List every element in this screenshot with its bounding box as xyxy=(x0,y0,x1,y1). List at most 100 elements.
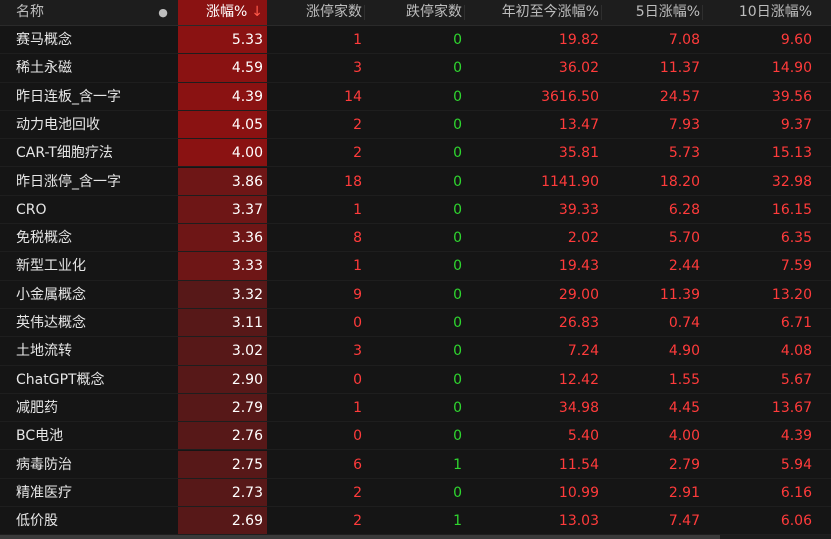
column-header-5day-change[interactable]: 5日涨幅% xyxy=(601,0,702,25)
cell-change-pct: 4.39 xyxy=(231,88,263,105)
cell-limit-down-count: 0 xyxy=(453,201,462,218)
cell-ytd-change: 10.99 xyxy=(558,484,599,501)
table-row[interactable]: 稀土永磁 4.59 3 0 36.02 11.37 14.90 xyxy=(0,54,831,83)
table-row[interactable]: 昨日连板_含一字 4.39 14 0 3616.50 24.57 39.56 xyxy=(0,82,831,111)
table-row[interactable]: 土地流转 3.02 3 0 7.24 4.90 4.08 xyxy=(0,337,831,366)
cell-ytd-change: 19.82 xyxy=(558,32,599,48)
cell-5day-change: 5.70 xyxy=(668,230,700,247)
cell-5day-change: 11.39 xyxy=(659,286,700,303)
cell-ytd-change: 19.43 xyxy=(558,258,599,275)
cell-10day-change: 5.67 xyxy=(780,371,812,388)
column-divider xyxy=(601,5,602,20)
cell-10day-change: 13.20 xyxy=(771,286,812,303)
cell-change-pct: 3.02 xyxy=(231,343,263,360)
cell-change-pct: 2.76 xyxy=(231,428,263,445)
table-row[interactable]: 动力电池回收 4.05 2 0 13.47 7.93 9.37 xyxy=(0,110,831,140)
cell-change-pct: 3.37 xyxy=(231,201,263,218)
column-header-limit-down-count[interactable]: 跌停家数 xyxy=(364,0,464,25)
horizontal-scrollbar-thumb[interactable] xyxy=(0,535,720,539)
sort-descending-arrow-icon: ↓ xyxy=(251,4,263,20)
column-header-change-pct[interactable]: 涨幅% ↓ xyxy=(178,0,267,25)
table-row[interactable]: CRO 3.37 1 0 39.33 6.28 16.15 xyxy=(0,195,831,225)
table-row[interactable]: 新型工业化 3.33 1 0 19.43 2.44 7.59 xyxy=(0,252,831,281)
table-header: 名称 ● 涨幅% ↓ 涨停家数 跌停家数 年初至今涨幅% 5日涨幅% 10日涨幅% xyxy=(0,0,831,26)
table-row[interactable]: 小金属概念 3.32 9 0 29.00 11.39 13.20 xyxy=(0,280,831,309)
table-row[interactable]: 精准医疗 2.73 2 0 10.99 2.91 6.16 xyxy=(0,478,831,508)
cell-10day-change: 6.35 xyxy=(780,230,812,247)
cell-ytd-change: 34.98 xyxy=(558,399,599,416)
table-row[interactable]: BC电池 2.76 0 0 5.40 4.00 4.39 xyxy=(0,422,831,451)
cell-5day-change: 7.47 xyxy=(668,513,700,530)
cell-ytd-change: 1141.90 xyxy=(541,173,599,190)
column-divider xyxy=(702,5,703,20)
cell-change-pct: 3.11 xyxy=(231,315,263,331)
cell-ytd-change: 35.81 xyxy=(558,145,599,162)
cell-10day-change: 4.08 xyxy=(780,343,812,360)
column-divider xyxy=(364,5,365,20)
cell-ytd-change: 11.54 xyxy=(558,456,599,473)
cell-limit-down-count: 0 xyxy=(453,258,462,275)
cell-10day-change: 15.13 xyxy=(771,145,812,162)
column-settings-dot-icon[interactable]: ● xyxy=(150,0,176,25)
cell-10day-change: 5.94 xyxy=(780,456,812,473)
cell-ytd-change: 29.00 xyxy=(558,286,599,303)
table-row[interactable]: ChatGPT概念 2.90 0 0 12.42 1.55 5.67 xyxy=(0,365,831,394)
cell-limit-down-count: 0 xyxy=(453,32,462,48)
cell-ytd-change: 26.83 xyxy=(558,315,599,331)
cell-limit-up-count: 0 xyxy=(353,428,362,445)
cell-name: 低价股 xyxy=(16,513,58,530)
table-row[interactable]: 免税概念 3.36 8 0 2.02 5.70 6.35 xyxy=(0,224,831,253)
cell-limit-down-count: 0 xyxy=(453,428,462,445)
cell-limit-down-count: 0 xyxy=(453,116,462,133)
cell-5day-change: 4.90 xyxy=(668,343,700,360)
column-header-ytd-change[interactable]: 年初至今涨幅% xyxy=(464,0,601,25)
cell-name: 免税概念 xyxy=(16,230,72,247)
column-header-limit-up-count[interactable]: 涨停家数 xyxy=(268,0,364,25)
cell-limit-up-count: 3 xyxy=(353,60,362,77)
cell-limit-up-count: 0 xyxy=(353,315,362,331)
cell-name: 英伟达概念 xyxy=(16,315,86,331)
cell-limit-down-count: 0 xyxy=(453,371,462,388)
cell-5day-change: 5.73 xyxy=(668,145,700,162)
cell-name: 昨日涨停_含一字 xyxy=(16,173,121,190)
cell-ytd-change: 2.02 xyxy=(567,230,599,247)
cell-change-pct: 3.86 xyxy=(231,173,263,190)
cell-change-pct: 3.33 xyxy=(231,258,263,275)
cell-name: 动力电池回收 xyxy=(16,116,100,133)
cell-name: 病毒防治 xyxy=(16,456,72,473)
cell-limit-down-count: 0 xyxy=(453,399,462,416)
cell-change-pct: 2.90 xyxy=(231,371,263,388)
column-header-10day-change[interactable]: 10日涨幅% xyxy=(702,0,812,25)
table-row[interactable]: 减肥药 2.79 1 0 34.98 4.45 13.67 xyxy=(0,393,831,423)
cell-change-pct: 2.73 xyxy=(231,484,263,501)
table-row[interactable]: 赛马概念 5.33 1 0 19.82 7.08 9.60 xyxy=(0,26,831,55)
cell-5day-change: 0.74 xyxy=(668,315,700,331)
cell-ytd-change: 7.24 xyxy=(567,343,599,360)
cell-ytd-change: 3616.50 xyxy=(541,88,599,105)
table-row[interactable]: 病毒防治 2.75 6 1 11.54 2.79 5.94 xyxy=(0,450,831,479)
cell-10day-change: 4.39 xyxy=(780,428,812,445)
cell-limit-up-count: 1 xyxy=(353,399,362,416)
cell-limit-up-count: 18 xyxy=(344,173,362,190)
cell-name: 昨日连板_含一字 xyxy=(16,88,121,105)
cell-ytd-change: 13.47 xyxy=(558,116,599,133)
table-row[interactable]: 低价股 2.69 2 1 13.03 7.47 6.06 xyxy=(0,507,831,536)
cell-10day-change: 39.56 xyxy=(771,88,812,105)
table-row[interactable]: 英伟达概念 3.11 0 0 26.83 0.74 6.71 xyxy=(0,309,831,338)
cell-10day-change: 16.15 xyxy=(771,201,812,218)
cell-change-pct: 4.05 xyxy=(231,116,263,133)
cell-10day-change: 9.60 xyxy=(780,32,812,48)
cell-limit-down-count: 1 xyxy=(453,513,462,530)
cell-name: CAR-T细胞疗法 xyxy=(16,145,113,162)
cell-limit-down-count: 0 xyxy=(453,145,462,162)
cell-10day-change: 6.06 xyxy=(780,513,812,530)
table-row[interactable]: CAR-T细胞疗法 4.00 2 0 35.81 5.73 15.13 xyxy=(0,139,831,168)
table-row[interactable]: 昨日涨停_含一字 3.86 18 0 1141.90 18.20 32.98 xyxy=(0,167,831,196)
cell-change-pct: 2.75 xyxy=(231,456,263,473)
column-header-change-pct-label: 涨幅% xyxy=(205,4,248,20)
cell-10day-change: 14.90 xyxy=(771,60,812,77)
cell-5day-change: 24.57 xyxy=(659,88,700,105)
cell-limit-up-count: 2 xyxy=(353,145,362,162)
cell-limit-down-count: 0 xyxy=(453,88,462,105)
cell-limit-up-count: 9 xyxy=(353,286,362,303)
